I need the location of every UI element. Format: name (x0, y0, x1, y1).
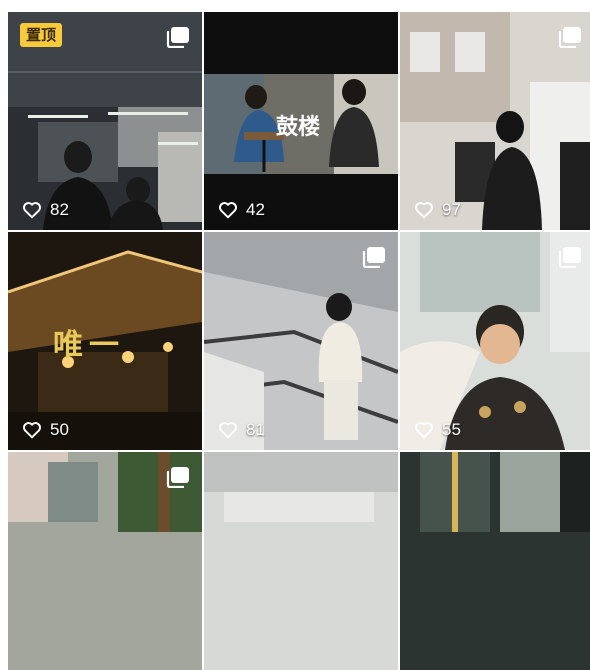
like-count: 55 (414, 420, 461, 440)
tile-thumbnail (400, 452, 590, 670)
multi-image-icon (166, 466, 190, 489)
like-count: 82 (22, 200, 69, 220)
video-tile[interactable]: 鼓楼 42 (204, 12, 398, 230)
video-grid: 置顶 82 鼓楼 42 97 唯一 50 81 55 (8, 12, 590, 670)
video-tile[interactable] (8, 452, 202, 670)
like-count: 81 (218, 420, 265, 440)
like-count: 97 (414, 200, 461, 220)
video-tile[interactable] (400, 452, 590, 670)
heart-outline-icon (415, 422, 433, 439)
like-count: 42 (218, 200, 265, 220)
video-tile[interactable] (204, 452, 398, 670)
heart-outline-icon (23, 202, 41, 219)
heart-outline-icon (415, 202, 433, 219)
heart-outline-icon (219, 202, 237, 219)
like-count-value: 50 (50, 420, 69, 439)
video-tile[interactable]: 唯一 50 (8, 232, 202, 450)
video-tile[interactable]: 97 (400, 12, 590, 230)
video-overlay-text: 鼓楼 (276, 115, 321, 140)
video-tile[interactable]: 81 (204, 232, 398, 450)
heart-outline-icon (219, 422, 237, 439)
like-count-value: 81 (246, 420, 265, 439)
video-tile[interactable]: 置顶 82 (8, 12, 202, 230)
video-overlay-text: 唯一 (53, 328, 125, 363)
like-count-value: 97 (442, 200, 461, 219)
multi-image-icon (166, 26, 190, 49)
tile-thumbnail (204, 452, 398, 670)
heart-outline-icon (23, 422, 41, 439)
multi-image-icon (558, 26, 582, 49)
multi-image-icon (558, 246, 582, 269)
like-count-value: 42 (246, 200, 265, 219)
like-count: 50 (22, 420, 69, 440)
video-tile[interactable]: 55 (400, 232, 590, 450)
pinned-badge: 置顶 (20, 23, 63, 47)
multi-image-icon (362, 246, 386, 269)
like-count-value: 55 (442, 420, 461, 439)
like-count-value: 82 (50, 200, 69, 219)
